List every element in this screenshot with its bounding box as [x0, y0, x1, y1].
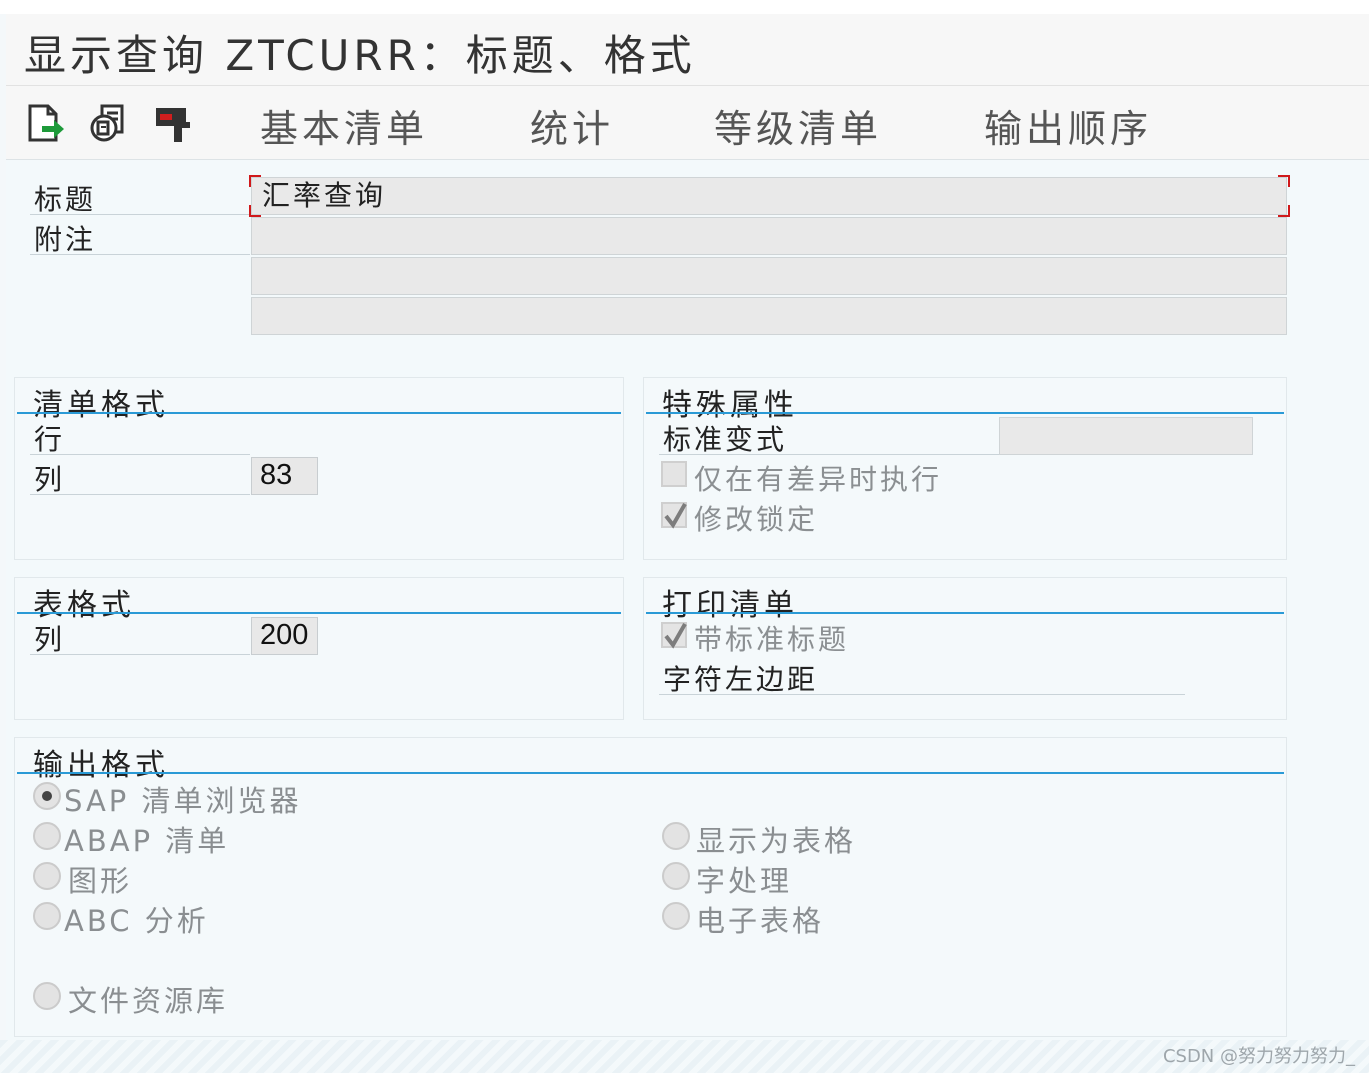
radio-abap-list-label: ABAP 清单 [64, 824, 230, 858]
radio-word-processing[interactable] [662, 862, 690, 890]
std-variant-underline [659, 454, 999, 455]
menu-ranked-list[interactable]: 等级清单 [714, 98, 882, 153]
std-variant-input[interactable] [999, 417, 1253, 455]
radio-graphic-label: 图形 [68, 864, 133, 898]
group-title-line [17, 772, 1284, 774]
list-format-group: 清单格式 [14, 377, 624, 560]
menu-statistics[interactable]: 统计 [530, 98, 614, 153]
group-title-line [17, 612, 621, 614]
note-label: 附注 [34, 223, 97, 256]
list-col-underline [30, 494, 250, 495]
lock-change-checkbox[interactable] [661, 502, 687, 529]
focus-corner-br [1278, 205, 1290, 217]
radio-spreadsheet[interactable] [662, 902, 690, 930]
list-row-underline [30, 454, 250, 455]
table-format-group: 表格式 [14, 577, 624, 720]
list-col-input[interactable]: 83 [251, 457, 318, 495]
title-label-underline [30, 214, 250, 215]
lock-change-label: 修改锁定 [694, 503, 819, 536]
title-label: 标题 [34, 183, 97, 216]
window-title: 显示查询 ZTCURR：标题、格式 [24, 31, 696, 80]
window-title-bar: 显示查询 ZTCURR：标题、格式 [6, 14, 1369, 86]
note-input-1[interactable] [251, 217, 1287, 255]
radio-abc-analysis-label: ABC 分析 [64, 904, 209, 938]
radio-word-processing-label: 字处理 [696, 864, 793, 898]
table-col-label: 列 [34, 623, 66, 656]
radio-graphic[interactable] [33, 862, 61, 890]
radio-selected-dot [42, 791, 52, 801]
radio-spreadsheet-label: 电子表格 [696, 904, 825, 938]
focus-corner-bl [249, 205, 261, 217]
radio-display-as-table-label: 显示为表格 [696, 824, 857, 858]
table-col-underline [30, 654, 250, 655]
table-col-input[interactable]: 200 [251, 617, 318, 655]
radio-sap-list-viewer[interactable] [33, 782, 61, 810]
left-margin-underline [659, 694, 1185, 695]
left-margin-label: 字符左边距 [663, 663, 819, 696]
note-input-3[interactable] [251, 297, 1287, 335]
focus-corner-tr [1278, 175, 1290, 187]
radio-file-repository[interactable] [33, 982, 61, 1010]
note-label-underline [30, 254, 250, 255]
export-icon[interactable] [24, 102, 66, 144]
std-header-checkbox[interactable] [661, 622, 687, 649]
list-row-label: 行 [34, 423, 66, 456]
print-format-icon[interactable] [152, 102, 194, 144]
radio-abc-analysis[interactable] [33, 902, 61, 930]
group-title-line [646, 612, 1284, 614]
only-on-diff-label: 仅在有差异时执行 [694, 463, 943, 496]
menu-basic-list[interactable]: 基本清单 [260, 98, 428, 153]
radio-sap-list-viewer-label: SAP 清单浏览器 [64, 784, 302, 818]
watermark-text: CSDN @努力努力努力_ [1162, 1046, 1355, 1067]
note-input-2[interactable] [251, 257, 1287, 295]
radio-display-as-table[interactable] [662, 822, 690, 850]
group-title-line [17, 412, 621, 414]
top-strip [0, 0, 1369, 14]
group-title-line [646, 412, 1284, 414]
application-toolbar: 基本清单 统计 等级清单 输出顺序 [6, 86, 1369, 160]
checkmark-icon [664, 623, 687, 649]
std-header-label: 带标准标题 [694, 623, 850, 656]
checkmark-icon [664, 503, 687, 529]
list-col-label: 列 [34, 463, 66, 496]
copy-document-icon[interactable] [88, 102, 130, 144]
menu-output-sequence[interactable]: 输出顺序 [984, 98, 1152, 153]
only-on-diff-checkbox[interactable] [661, 461, 687, 487]
title-input[interactable]: 汇率查询 [251, 177, 1287, 215]
radio-abap-list[interactable] [33, 822, 61, 850]
std-variant-label: 标准变式 [663, 423, 788, 456]
focus-corner-tl [249, 175, 261, 187]
radio-file-repository-label: 文件资源库 [68, 984, 229, 1018]
